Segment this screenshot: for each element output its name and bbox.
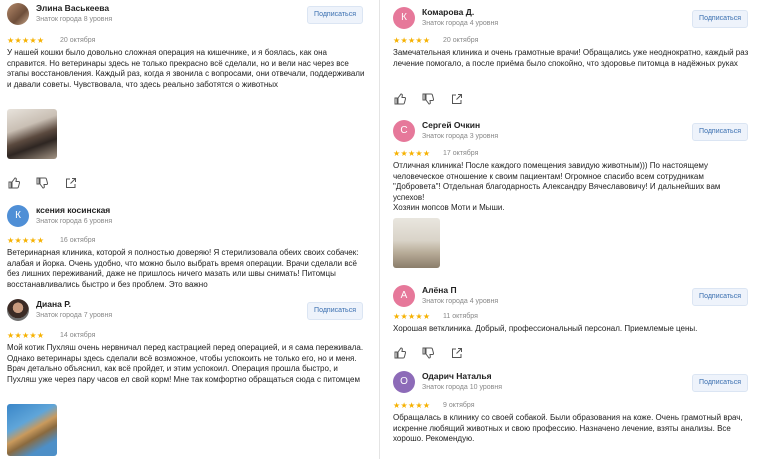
reviewer-name[interactable]: Комарова Д. xyxy=(422,7,474,17)
rating-stars: ★★★★★ xyxy=(7,331,45,340)
reviewer-name[interactable]: Сергей Очкин xyxy=(422,120,480,130)
reviewer-name[interactable]: Алёна П xyxy=(422,285,457,295)
share-icon[interactable] xyxy=(65,176,77,188)
review-text: Ветеринарная клиника, которой я полность… xyxy=(7,248,367,290)
subscribe-button[interactable]: Подписаться xyxy=(692,10,748,28)
review-actions xyxy=(8,173,89,189)
review-card: А Алёна П Знаток города 4 уровня Подписа… xyxy=(386,282,760,362)
review-date: 20 октября xyxy=(60,37,96,44)
review-text: У нашей кошки было довольно сложная опер… xyxy=(7,48,367,90)
share-icon[interactable] xyxy=(451,92,463,104)
review-photo[interactable] xyxy=(393,218,440,268)
like-icon[interactable] xyxy=(394,92,407,105)
review-card: К Комарова Д. Знаток города 4 уровня Под… xyxy=(386,4,760,110)
subscribe-button[interactable]: Подписаться xyxy=(307,6,363,24)
review-card: Диана Р. Знаток города 7 уровня Подписат… xyxy=(0,296,375,459)
avatar[interactable]: С xyxy=(393,120,415,142)
avatar[interactable] xyxy=(7,3,29,25)
review-photo[interactable] xyxy=(7,109,57,159)
column-divider xyxy=(379,0,380,459)
review-photo[interactable] xyxy=(7,404,57,456)
reviewer-name[interactable]: Одарич Наталья xyxy=(422,371,492,381)
review-card: С Сергей Очкин Знаток города 3 уровня По… xyxy=(386,117,760,277)
review-text-paragraph: У нашей кошки было довольно сложная опер… xyxy=(7,48,365,89)
review-header: К ксения косинская Знаток города 6 уровн… xyxy=(0,202,375,230)
review-date: 17 октября xyxy=(443,150,479,157)
rating-stars: ★★★★★ xyxy=(393,401,431,410)
rating-stars: ★★★★★ xyxy=(7,236,45,245)
review-card: О Одарич Наталья Знаток города 10 уровня… xyxy=(386,368,760,459)
reviewer-level: Знаток города 4 уровня xyxy=(422,298,499,305)
reviewer-level: Знаток города 3 уровня xyxy=(422,133,499,140)
like-icon[interactable] xyxy=(8,176,21,189)
reviewer-name[interactable]: Диана Р. xyxy=(36,299,71,309)
review-actions xyxy=(394,89,475,105)
dislike-icon[interactable] xyxy=(36,176,49,189)
avatar[interactable] xyxy=(7,299,29,321)
review-actions xyxy=(394,343,475,359)
like-icon[interactable] xyxy=(394,346,407,359)
review-header: Диана Р. Знаток города 7 уровня Подписат… xyxy=(0,296,375,324)
review-text: Обращалась в клинику со своей собакой. Б… xyxy=(393,413,752,445)
review-header: К Комарова Д. Знаток города 4 уровня Под… xyxy=(386,4,760,32)
review-text: Замечательная клиника и очень грамотные … xyxy=(393,48,752,69)
review-date: 14 октября xyxy=(60,332,96,339)
review-text-paragraph: Обращалась в клинику со своей собакой. Б… xyxy=(393,413,743,444)
review-date: 11 октября xyxy=(443,313,478,320)
avatar[interactable]: А xyxy=(393,285,415,307)
review-header: О Одарич Наталья Знаток города 10 уровня… xyxy=(386,368,760,396)
reviewer-name[interactable]: Элина Васькеева xyxy=(36,3,109,13)
dislike-icon[interactable] xyxy=(422,346,435,359)
subscribe-button[interactable]: Подписаться xyxy=(307,302,363,320)
review-text-paragraph: Мой котик Пухляш очень нервничал перед к… xyxy=(7,343,364,384)
review-text: Хорошая ветклиника. Добрый, профессионал… xyxy=(393,324,752,335)
reviewer-level: Знаток города 7 уровня xyxy=(36,312,113,319)
rating-stars: ★★★★★ xyxy=(7,36,45,45)
rating-stars: ★★★★★ xyxy=(393,36,431,45)
review-text-paragraph: Замечательная клиника и очень грамотные … xyxy=(393,48,749,68)
avatar[interactable]: О xyxy=(393,371,415,393)
subscribe-button[interactable]: Подписаться xyxy=(692,374,748,392)
review-header: А Алёна П Знаток города 4 уровня Подписа… xyxy=(386,282,760,310)
reviewer-name[interactable]: ксения косинская xyxy=(36,205,110,215)
review-card: К ксения косинская Знаток города 6 уровн… xyxy=(0,202,375,296)
review-date: 9 октября xyxy=(443,402,475,409)
review-date: 20 октября xyxy=(443,37,479,44)
review-text-paragraph: Ветеринарная клиника, которой я полность… xyxy=(7,248,359,289)
review-header: Элина Васькеева Знаток города 8 уровня П… xyxy=(0,0,375,28)
avatar[interactable]: К xyxy=(393,7,415,29)
review-text: Отличная клиника! После каждого помещени… xyxy=(393,161,752,214)
rating-stars: ★★★★★ xyxy=(393,149,431,158)
review-header: С Сергей Очкин Знаток города 3 уровня По… xyxy=(386,117,760,145)
share-icon[interactable] xyxy=(451,346,463,358)
reviewer-level: Знаток города 6 уровня xyxy=(36,218,113,225)
review-date: 16 октября xyxy=(60,237,96,244)
review-text: Мой котик Пухляш очень нервничал перед к… xyxy=(7,343,367,385)
review-text-signature: Хозяин мопсов Моти и Мыши. xyxy=(393,203,505,213)
subscribe-button[interactable]: Подписаться xyxy=(692,288,748,306)
review-card: Элина Васькеева Знаток города 8 уровня П… xyxy=(0,0,375,195)
reviewer-level: Знаток города 10 уровня xyxy=(422,384,503,391)
avatar[interactable]: К xyxy=(7,205,29,227)
reviewer-level: Знаток города 8 уровня xyxy=(36,16,113,23)
dislike-icon[interactable] xyxy=(422,92,435,105)
rating-stars: ★★★★★ xyxy=(393,312,431,321)
review-text-paragraph: Отличная клиника! После каждого помещени… xyxy=(393,161,721,202)
reviewer-level: Знаток города 4 уровня xyxy=(422,20,499,27)
review-text-paragraph: Хорошая ветклиника. Добрый, профессионал… xyxy=(393,324,698,333)
subscribe-button[interactable]: Подписаться xyxy=(692,123,748,141)
